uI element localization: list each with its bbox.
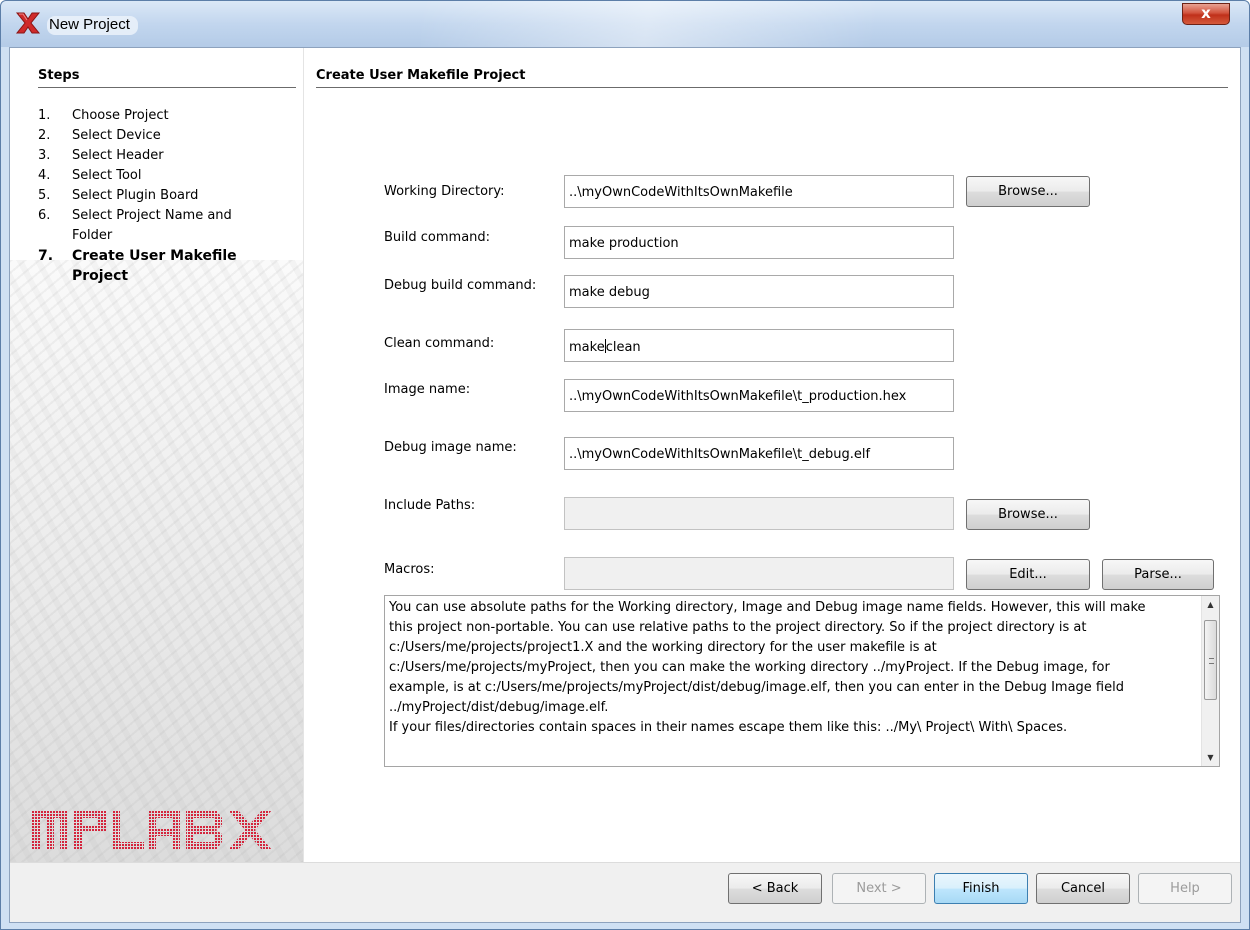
main-panel: Create User Makefile Project Working Dir… xyxy=(316,48,1236,862)
macros-field[interactable] xyxy=(564,557,954,590)
clean-command-label: Clean command: xyxy=(384,336,495,351)
scroll-up-icon[interactable]: ▲ xyxy=(1202,596,1219,613)
mplabx-logo xyxy=(32,810,272,850)
working-directory-field[interactable]: ..\myOwnCodeWithItsOwnMakefile xyxy=(564,175,954,208)
include-paths-field[interactable] xyxy=(564,497,954,530)
sidebar-decoration xyxy=(10,260,303,862)
finish-button[interactable]: Finish xyxy=(934,873,1028,904)
step-item: 4. Select Tool xyxy=(38,168,142,183)
debug-image-name-field[interactable]: ..\myOwnCodeWithItsOwnMakefile\t_debug.e… xyxy=(564,437,954,470)
steps-panel: Steps 1. Choose Project 2. Select Device 3… xyxy=(10,48,304,862)
clean-command-field[interactable]: makeclean xyxy=(564,329,954,362)
mplab-x-icon xyxy=(15,12,41,34)
title-bar[interactable]: New Project x xyxy=(1,1,1249,47)
step-item: 2. Select Device xyxy=(38,128,161,143)
steps-list: 1. Choose Project 2. Select Device 3. Selec… xyxy=(38,106,298,286)
step-item: 3. Select Header xyxy=(38,148,164,163)
debug-build-command-label: Debug build command: xyxy=(384,278,537,293)
help-text-area[interactable]: You can use absolute paths for the Worki… xyxy=(384,595,1220,767)
window-title: New Project xyxy=(47,16,138,35)
scroll-thumb[interactable] xyxy=(1204,620,1217,700)
build-command-field[interactable]: make production xyxy=(564,226,954,259)
include-paths-label: Include Paths: xyxy=(384,498,476,513)
debug-image-name-label: Debug image name: xyxy=(384,440,517,455)
help-scrollbar[interactable]: ▲ ▼ xyxy=(1201,596,1219,766)
browse-working-directory-button[interactable]: Browse... xyxy=(966,176,1090,207)
macros-label: Macros: xyxy=(384,562,435,577)
new-project-window: New Project x Steps 1. Choose Project 2. S… xyxy=(0,0,1250,930)
cancel-button[interactable]: Cancel xyxy=(1036,873,1130,904)
debug-build-command-field[interactable]: make debug xyxy=(564,275,954,308)
edit-macros-button[interactable]: Edit... xyxy=(966,559,1090,590)
build-command-label: Build command: xyxy=(384,230,491,245)
button-bar: < Back Next > Finish Cancel Help xyxy=(10,862,1240,922)
browse-include-paths-button[interactable]: Browse... xyxy=(966,499,1090,530)
back-button[interactable]: < Back xyxy=(728,873,822,904)
step-item: 1. Choose Project xyxy=(38,108,169,123)
help-button[interactable]: Help xyxy=(1138,873,1232,904)
step-item: 5. Select Plugin Board xyxy=(38,188,199,203)
parse-macros-button[interactable]: Parse... xyxy=(1102,559,1214,590)
image-name-field[interactable]: ..\myOwnCodeWithItsOwnMakefile\t_product… xyxy=(564,379,954,412)
working-directory-label: Working Directory: xyxy=(384,184,505,199)
wizard-content: Steps 1. Choose Project 2. Select Device 3… xyxy=(9,47,1241,923)
image-name-label: Image name: xyxy=(384,382,471,397)
help-text: You can use absolute paths for the Worki… xyxy=(389,600,1146,735)
scroll-down-icon[interactable]: ▼ xyxy=(1202,749,1219,766)
next-button[interactable]: Next > xyxy=(832,873,926,904)
close-icon: x xyxy=(1201,4,1211,22)
step-item-current: 7. Create User Makefile Project xyxy=(38,248,237,284)
step-item: 6. Select Project Name and Folder xyxy=(38,208,232,243)
steps-title: Steps xyxy=(38,68,296,88)
page-title: Create User Makefile Project xyxy=(316,68,1228,88)
close-button[interactable]: x xyxy=(1182,3,1230,25)
